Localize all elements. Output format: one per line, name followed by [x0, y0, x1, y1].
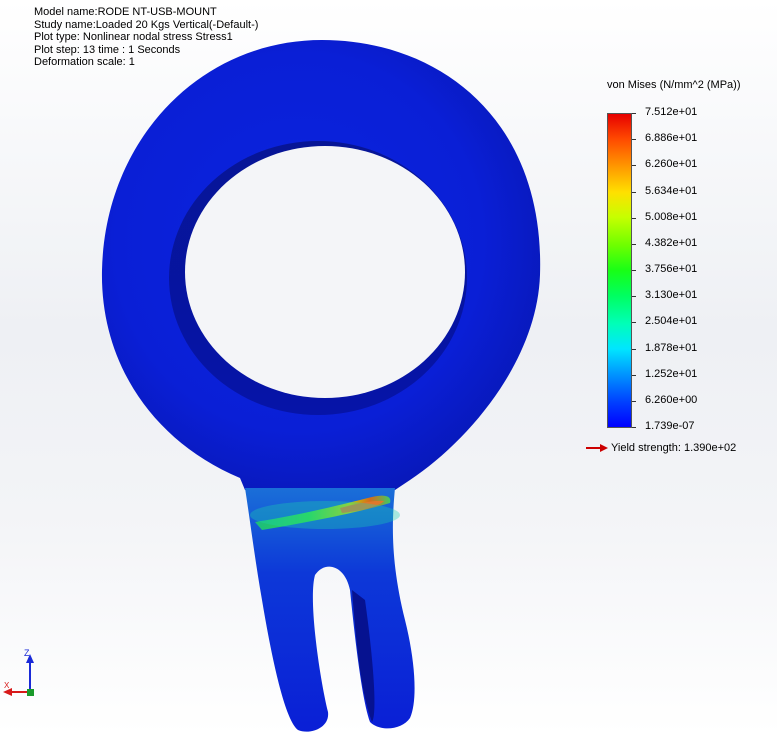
deformation-scale: Deformation scale: 1 [34, 56, 135, 68]
legend-label: 7.512e+01 [645, 106, 698, 118]
legend-tick [632, 139, 636, 141]
legend-label: 4.382e+01 [645, 236, 698, 249]
study-name: Study name:Loaded 20 Kgs Vertical(-Defau… [34, 18, 259, 31]
legend-color-bar[interactable] [607, 113, 632, 428]
legend-label: 1.252e+01 [645, 367, 698, 380]
yield-strength: Yield strength: 1.390e+02 [586, 442, 736, 454]
x-axis-label: X [4, 681, 10, 690]
legend-tick [632, 322, 636, 324]
legend-tick [632, 165, 636, 167]
legend-tick [632, 270, 636, 271]
legend-label: 5.634e+01 [645, 184, 698, 197]
legend-label: 1.739e-07 [645, 420, 695, 432]
legend-label: 6.260e+01 [645, 158, 698, 171]
legend-tick [632, 113, 636, 114]
legend-label: 1.878e+01 [645, 341, 698, 354]
legend-label: 6.886e+01 [645, 132, 698, 145]
legend-label: 3.130e+01 [645, 289, 698, 302]
yield-arrow-icon [586, 444, 608, 452]
legend-tick [632, 217, 636, 219]
legend-tick [632, 243, 636, 245]
legend-label: 5.008e+01 [645, 210, 698, 223]
legend-title: von Mises (N/mm^2 (MPa)) [607, 79, 741, 91]
legend-tick [632, 348, 636, 350]
model-name: Model name:RODE NT-USB-MOUNT [34, 6, 217, 18]
plot-step: Plot step: 13 time : 1 Seconds [34, 43, 181, 56]
stress-halo [250, 501, 400, 529]
study-info-block: Model name:RODE NT-USB-MOUNT Study name:… [34, 6, 258, 69]
legend-tick [632, 400, 636, 402]
axis-triad[interactable]: Z X [0, 645, 50, 705]
legend-label: 6.260e+00 [645, 393, 698, 406]
legend-tick [632, 427, 636, 428]
legend-tick [632, 296, 636, 298]
mount-hole [185, 146, 465, 398]
plot-type: Plot type: Nonlinear nodal stress Stress… [34, 31, 233, 43]
legend-label: 3.756e+01 [645, 263, 698, 275]
legend-tick [632, 191, 636, 193]
yield-strength-label: Yield strength: 1.390e+02 [611, 442, 737, 454]
graphics-viewport[interactable]: Model name:RODE NT-USB-MOUNT Study name:… [0, 0, 777, 735]
legend-label: 2.504e+01 [645, 315, 698, 328]
legend-tick [632, 374, 636, 376]
z-axis-label: Z [24, 648, 30, 658]
